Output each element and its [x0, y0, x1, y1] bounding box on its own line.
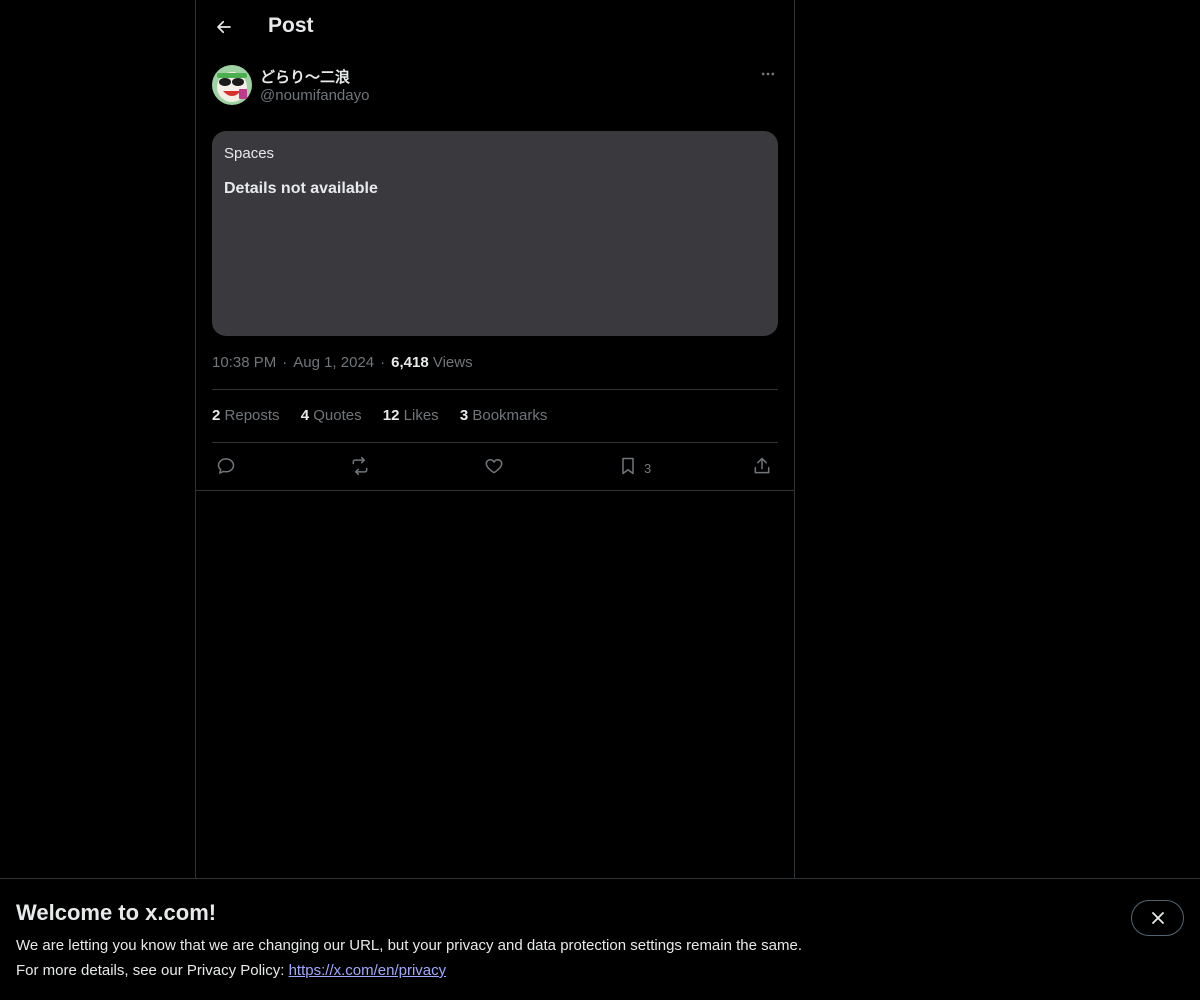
- heart-icon: [485, 459, 503, 474]
- reply-button[interactable]: [216, 452, 236, 480]
- likes-label: Likes: [403, 407, 439, 424]
- bookmarks-count: 3: [459, 407, 469, 424]
- views-label: Views: [432, 354, 473, 371]
- more-dots-icon: [761, 72, 775, 76]
- bookmarks-stat[interactable]: 3 Bookmarks: [460, 407, 548, 424]
- banner-privacy-line: For more details, see our Privacy Policy…: [16, 962, 446, 979]
- banner-privacy-prefix: For more details, see our Privacy Policy…: [16, 962, 289, 979]
- main-column: Post どらり〜二浪 @noumifandayo Spaces Details…: [195, 0, 795, 878]
- bookmark-button[interactable]: 3: [618, 452, 651, 480]
- banner-message: We are letting you know that we are chan…: [16, 937, 802, 954]
- reposts-label: Reposts: [224, 407, 280, 424]
- quotes-stat[interactable]: 4 Quotes: [301, 407, 362, 424]
- divider: [212, 389, 778, 390]
- avatar[interactable]: [212, 65, 252, 105]
- arrow-left-icon: [217, 20, 231, 34]
- post-date[interactable]: Aug 1, 2024: [293, 354, 374, 371]
- post-meta: 10:38 PM · Aug 1, 2024 · 6,418 Views: [212, 354, 473, 371]
- post-time[interactable]: 10:38 PM: [212, 354, 276, 371]
- divider: [212, 442, 778, 443]
- post-author: どらり〜二浪 @noumifandayo: [212, 64, 778, 108]
- views-count: 6,418: [391, 354, 429, 371]
- bookmarks-label: Bookmarks: [472, 407, 548, 424]
- banner-title: Welcome to x.com!: [16, 900, 217, 925]
- reposts-stat[interactable]: 2 Reposts: [212, 407, 280, 424]
- like-button[interactable]: [484, 452, 504, 480]
- close-banner-button[interactable]: [1131, 900, 1184, 936]
- likes-count: 12: [382, 407, 400, 424]
- spaces-label: Spaces: [224, 145, 275, 162]
- spaces-status: Details not available: [224, 180, 378, 197]
- url-change-banner: Welcome to x.com! We are letting you kno…: [0, 878, 1200, 1000]
- bookmark-count: 3: [644, 460, 652, 476]
- meta-separator: ·: [380, 354, 386, 371]
- spaces-card[interactable]: Spaces Details not available: [212, 131, 778, 336]
- share-icon: [754, 457, 770, 474]
- more-options-button[interactable]: [758, 64, 778, 84]
- back-button[interactable]: [208, 11, 240, 43]
- meta-separator: ·: [282, 354, 288, 371]
- reposts-count: 2: [212, 407, 221, 424]
- page-title: Post: [268, 14, 314, 37]
- post-stats: 2 Reposts 4 Quotes 12 Likes 3 Bookmarks: [212, 407, 564, 424]
- reply-icon: [217, 458, 235, 474]
- repost-icon: [352, 456, 368, 476]
- post-actions: 3: [212, 452, 778, 480]
- divider: [196, 490, 794, 491]
- post-header: Post: [196, 0, 794, 54]
- bookmark-icon: [622, 457, 634, 475]
- repost-button[interactable]: [350, 452, 370, 480]
- close-icon: [1151, 912, 1164, 924]
- share-button[interactable]: [752, 452, 772, 480]
- privacy-policy-link[interactable]: https://x.com/en/privacy: [289, 962, 447, 979]
- author-display-name[interactable]: どらり〜二浪: [260, 66, 350, 87]
- author-handle[interactable]: @noumifandayo: [260, 87, 369, 104]
- likes-stat[interactable]: 12 Likes: [383, 407, 439, 424]
- quotes-count: 4: [300, 407, 310, 424]
- quotes-label: Quotes: [313, 407, 362, 424]
